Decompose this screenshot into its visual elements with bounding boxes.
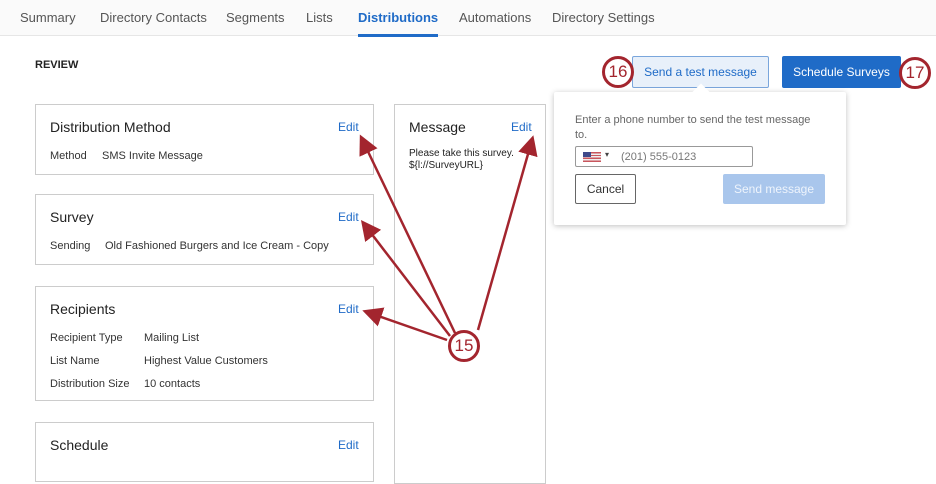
arrow-to-edit-survey	[360, 220, 451, 337]
callout-15: 15	[448, 330, 480, 362]
callout-17: 17	[899, 57, 931, 89]
arrow-to-edit-method	[359, 134, 457, 334]
arrow-to-edit-message	[476, 135, 538, 331]
callout-16: 16	[602, 56, 634, 88]
callout-arrows	[359, 134, 538, 342]
